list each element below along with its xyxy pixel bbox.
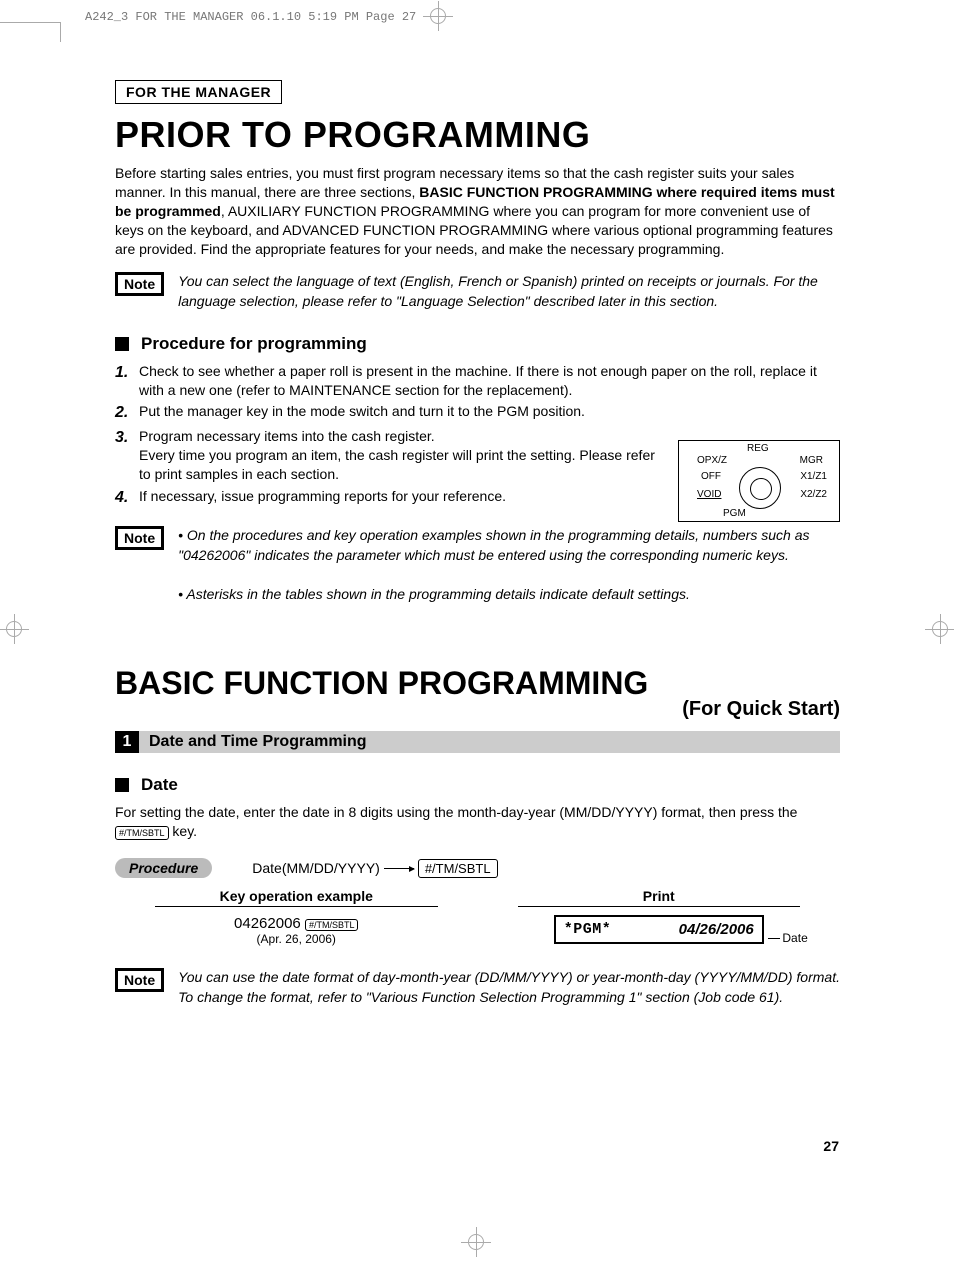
key-operation-column: Key operation example 04262006 #/TM/SBTL… — [115, 888, 478, 946]
note-label: Note — [115, 968, 164, 992]
mode-switch-diagram: REG OPX/Z MGR OFF X1/Z1 VOID X2/Z2 PGM — [678, 440, 840, 522]
dial-label-off: OFF — [701, 471, 721, 482]
example-columns: Key operation example 04262006 #/TM/SBTL… — [115, 888, 840, 946]
registration-mark-icon — [6, 621, 22, 637]
procedure-input-label: Date(MM/DD/YYYY) — [252, 860, 380, 876]
date-text-a: For setting the date, enter the date in … — [115, 804, 797, 820]
registration-mark-icon — [932, 621, 948, 637]
date-text-b: key. — [169, 823, 198, 839]
step-1: 1. Check to see whether a paper roll is … — [115, 362, 840, 400]
step-text: Check to see whether a paper roll is pre… — [139, 362, 840, 400]
step-text: Put the manager key in the mode switch a… — [139, 402, 840, 424]
crop-header-text: A242_3 FOR THE MANAGER 06.1.10 5:19 PM P… — [85, 10, 416, 24]
step-number: 2. — [115, 402, 139, 424]
subheading-date: Date — [115, 775, 840, 795]
dial-label-opx: OPX/Z — [697, 455, 727, 466]
note-label-text: Note — [117, 528, 162, 548]
arrow-icon — [384, 868, 414, 869]
note-label-text: Note — [117, 274, 162, 294]
section-header: FOR THE MANAGER — [115, 80, 282, 104]
procedure-label: Procedure — [115, 858, 212, 878]
key-cap-small: #/TM/SBTL — [115, 826, 169, 840]
dial-label-x1: X1/Z1 — [800, 471, 827, 482]
square-bullet-icon — [115, 337, 129, 351]
dial-label-mgr: MGR — [800, 455, 823, 466]
note-text: You can use the date format of day-month… — [178, 968, 840, 1007]
print-pgm-text: *PGM* — [564, 921, 612, 938]
page-title: PRIOR TO PROGRAMMING — [115, 114, 840, 156]
topic-title: Date and Time Programming — [149, 731, 367, 753]
note-block-1: Note You can select the language of text… — [115, 272, 840, 311]
crop-mark — [60, 22, 61, 42]
subheading-text: Date — [141, 775, 178, 795]
dial-label-reg: REG — [747, 443, 769, 454]
dial-label-x2: X2/Z2 — [800, 489, 827, 500]
note-text: • On the procedures and key operation ex… — [178, 526, 840, 604]
subheading-procedure: Procedure for programming — [115, 334, 840, 354]
dial-icon — [739, 467, 781, 509]
procedure-row: Procedure Date(MM/DD/YYYY) #/TM/SBTL — [115, 858, 840, 878]
topic-number: 1 — [115, 731, 139, 753]
section-title-basic: BASIC FUNCTION PROGRAMMING — [115, 665, 840, 702]
square-bullet-icon — [115, 778, 129, 792]
note-bullet-b: • Asterisks in the tables shown in the p… — [178, 586, 690, 602]
print-receipt-box: *PGM* 04/26/2006 Date — [554, 915, 764, 944]
print-date-text: 04/26/2006 — [679, 921, 754, 938]
dial-label-pgm: PGM — [723, 508, 746, 519]
example-digits: 04262006 — [234, 915, 301, 932]
intro-text-c: , AUXILIARY FUNCTION PROGRAMMING where y… — [115, 203, 833, 257]
example-sublabel: (Apr. 26, 2006) — [115, 932, 478, 946]
dial-label-void: VOID — [697, 489, 721, 500]
step-number: 1. — [115, 362, 139, 400]
registration-mark-icon — [468, 1234, 484, 1250]
example-input-row: 04262006 #/TM/SBTL — [115, 915, 478, 932]
note-block-2: Note • On the procedures and key operati… — [115, 526, 840, 604]
subheading-text: Procedure for programming — [141, 334, 367, 354]
page: A242_3 FOR THE MANAGER 06.1.10 5:19 PM P… — [0, 0, 954, 1264]
page-number: 27 — [823, 1138, 839, 1154]
intro-paragraph: Before starting sales entries, you must … — [115, 164, 840, 258]
column-header: Print — [518, 888, 801, 907]
note-block-3: Note You can use the date format of day-… — [115, 968, 840, 1007]
registration-mark-icon — [430, 8, 446, 24]
step-number: 3. — [115, 427, 139, 484]
step-2: 2. Put the manager key in the mode switc… — [115, 402, 840, 424]
note-bullet-a: • On the procedures and key operation ex… — [178, 527, 809, 563]
note-label-text: Note — [117, 970, 162, 990]
print-column: Print *PGM* 04/26/2006 Date — [478, 888, 841, 946]
key-cap: #/TM/SBTL — [418, 859, 498, 878]
content-area: FOR THE MANAGER PRIOR TO PROGRAMMING Bef… — [115, 80, 840, 1012]
date-paragraph: For setting the date, enter the date in … — [115, 803, 840, 841]
key-cap-small: #/TM/SBTL — [305, 919, 359, 931]
note-label: Note — [115, 526, 164, 550]
step-number: 4. — [115, 487, 139, 509]
print-date-label: Date — [782, 931, 807, 945]
crop-mark — [0, 22, 60, 23]
note-text: You can select the language of text (Eng… — [178, 272, 840, 311]
note-label: Note — [115, 272, 164, 296]
column-header: Key operation example — [155, 888, 438, 907]
topic-bar-1: 1 Date and Time Programming — [115, 731, 840, 753]
